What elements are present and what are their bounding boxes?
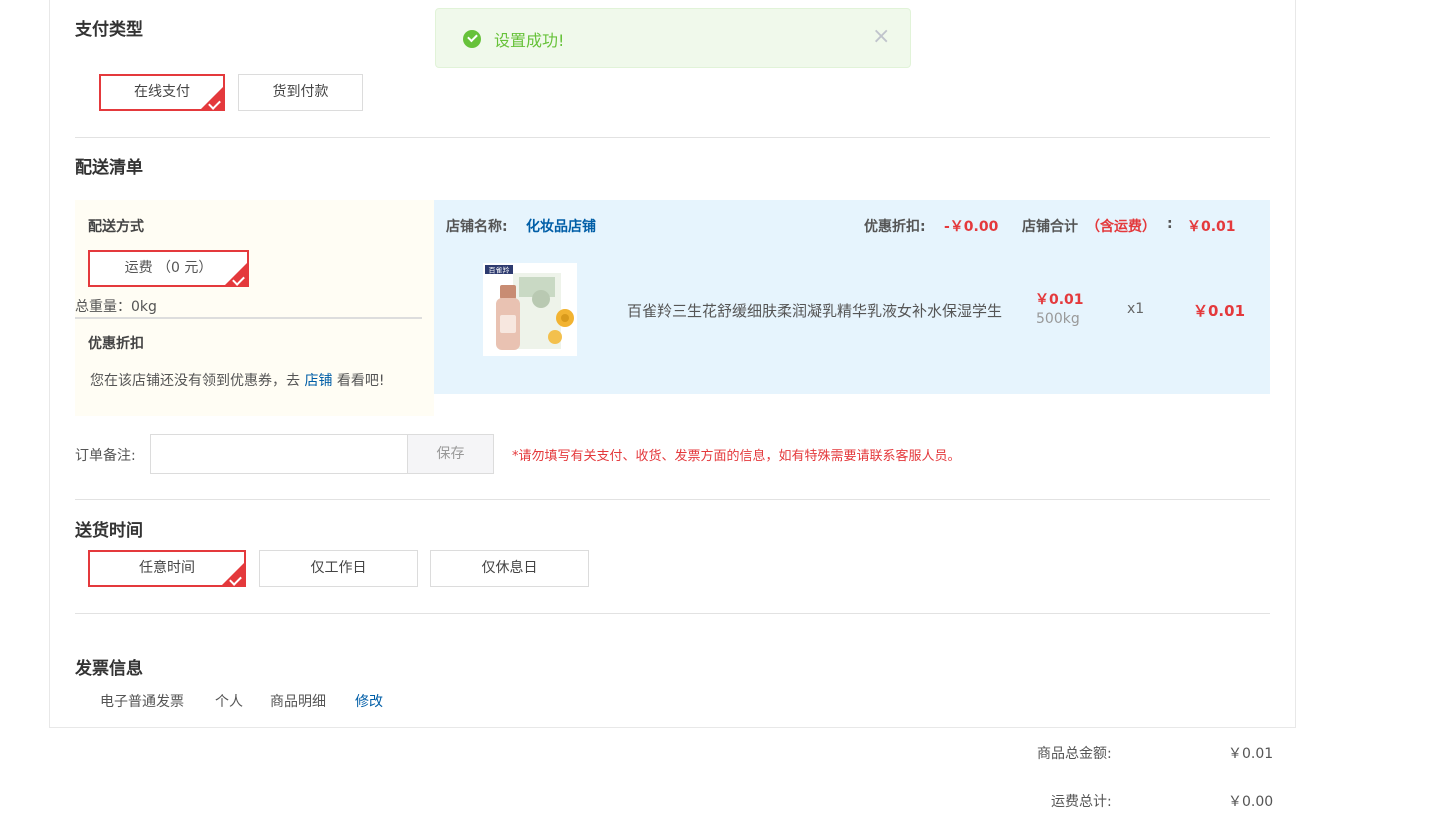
shop-total-note: （含运费）: [1086, 219, 1156, 235]
close-icon[interactable]: ×: [872, 26, 890, 48]
shop-total-colon: :: [1167, 216, 1173, 232]
coupon-text-post: 看看吧!: [336, 373, 385, 389]
invoice-content: 商品明细: [270, 694, 326, 710]
delivery-weekday-label: 仅工作日: [310, 560, 367, 576]
remark-save-button[interactable]: 保存: [407, 434, 494, 474]
goods-total-label: 商品总金额:: [1037, 746, 1112, 762]
product-quantity: x1: [1127, 301, 1145, 317]
delivery-time-title: 送货时间: [75, 521, 143, 541]
invoice-type: 电子普通发票: [100, 694, 184, 710]
discount-title: 优惠折扣: [88, 336, 144, 352]
shop-discount-label: 优惠折扣:: [864, 219, 926, 235]
delivery-title: 配送清单: [75, 158, 143, 178]
delivery-anytime-option[interactable]: 任意时间: [88, 550, 246, 587]
product-title[interactable]: 百雀羚三生花舒缓细肤柔润凝乳精华乳液女补水保湿学生: [627, 300, 1002, 321]
success-check-icon: [463, 30, 481, 48]
coupon-notice: 您在该店铺还没有领到优惠券，去 店铺 看看吧!: [90, 370, 385, 390]
divider: [75, 499, 1270, 500]
delivery-weekend-label: 仅休息日: [481, 560, 538, 576]
shop-name-link[interactable]: 化妆品店铺: [526, 216, 596, 236]
freight-total-value: ￥0.00: [1228, 794, 1274, 810]
invoice-title: 发票信息: [75, 659, 143, 679]
coupon-shop-link[interactable]: 店铺: [304, 373, 332, 389]
payment-title: 支付类型: [75, 20, 143, 40]
shop-total-label: 店铺合计: [1022, 219, 1078, 235]
success-toast: 设置成功! ×: [435, 8, 911, 68]
delivery-weekend-option[interactable]: 仅休息日: [430, 550, 589, 587]
payment-online-option[interactable]: 在线支付: [99, 74, 225, 111]
payment-cod-option[interactable]: 货到付款: [238, 74, 363, 111]
payment-cod-label: 货到付款: [272, 84, 329, 100]
total-weight: 总重量：0kg: [75, 296, 422, 319]
shipping-fee-option[interactable]: 运费 （0 元）: [88, 250, 249, 287]
shipping-fee-label: 运费 （0 元）: [124, 260, 213, 276]
divider: [75, 613, 1270, 614]
coupon-text-pre: 您在该店铺还没有领到优惠券，去: [90, 373, 300, 389]
shop-name-label: 店铺名称:: [446, 219, 508, 235]
delivery-weekday-option[interactable]: 仅工作日: [259, 550, 418, 587]
remark-notice: *请勿填写有关支付、收货、发票方面的信息，如有特殊需要请联系客服人员。: [512, 449, 961, 464]
product-subtotal: ￥0.01: [1193, 302, 1246, 320]
shop-discount-value: -￥0.00: [944, 219, 999, 235]
delivery-anytime-label: 任意时间: [139, 560, 195, 576]
product-image[interactable]: 百雀羚: [483, 263, 577, 356]
shipping-method-label: 配送方式: [88, 219, 144, 235]
product-image-graphic: 百雀羚: [483, 263, 577, 356]
invoice-holder: 个人: [215, 694, 243, 710]
remark-label: 订单备注:: [75, 448, 136, 464]
invoice-edit-link[interactable]: 修改: [355, 691, 383, 711]
product-brand-label: 百雀羚: [489, 266, 510, 275]
shop-total-value: ￥0.01: [1187, 219, 1236, 235]
product-price: ￥0.01: [1035, 292, 1084, 308]
product-weight: 500kg: [1036, 311, 1080, 327]
divider: [75, 137, 1270, 138]
goods-total-value: ￥0.01: [1228, 746, 1274, 762]
payment-online-label: 在线支付: [134, 84, 190, 100]
toast-message: 设置成功!: [494, 31, 565, 50]
freight-total-label: 运费总计:: [1051, 794, 1112, 810]
remark-input[interactable]: [150, 434, 408, 474]
